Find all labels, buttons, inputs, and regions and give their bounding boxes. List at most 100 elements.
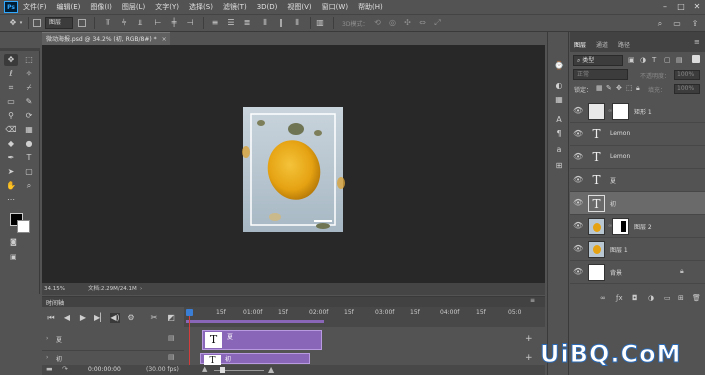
canvas-area[interactable] xyxy=(42,45,545,283)
align-hcenter-icon[interactable]: ╪ xyxy=(169,18,179,28)
layer-row[interactable]: 👁︎ ∞ 矩形 1 xyxy=(570,100,705,123)
settings-gear-icon[interactable]: ⚙ xyxy=(126,313,136,323)
marquee-tool-icon[interactable]: ▭ xyxy=(4,96,18,108)
pen-tool-icon[interactable]: ✒ xyxy=(4,152,18,164)
lock-position-icon[interactable]: ✥ xyxy=(616,84,622,92)
tab-channels[interactable]: 通道 xyxy=(596,40,608,49)
playhead-handle[interactable] xyxy=(186,309,193,316)
align-left-icon[interactable]: ⊢ xyxy=(153,18,163,28)
auto-select-checkbox-icon[interactable] xyxy=(33,19,41,27)
distribute-right-icon[interactable]: ⫴ xyxy=(292,18,302,28)
track-film-icon[interactable]: ▤ xyxy=(168,334,175,342)
status-menu-chevron-icon[interactable]: › xyxy=(140,283,142,295)
layer-name[interactable]: 背景 xyxy=(610,268,622,277)
menu-type[interactable]: 文字(Y) xyxy=(155,2,179,12)
distribute-top-icon[interactable]: ≡ xyxy=(210,18,220,28)
split-at-playhead-icon[interactable]: ✂ xyxy=(149,313,159,323)
menu-window[interactable]: 窗口(W) xyxy=(322,2,348,12)
previous-frame-icon[interactable]: ◀ xyxy=(62,313,72,323)
align-bottom-icon[interactable]: ⫫ xyxy=(135,18,145,28)
lock-artboard-icon[interactable]: ⬚ xyxy=(626,84,633,92)
type-tool-icon[interactable]: T xyxy=(22,152,36,164)
path-selection-tool-icon[interactable]: ➤ xyxy=(4,166,18,178)
share-icon[interactable]: ⇪ xyxy=(690,19,700,29)
adjustment-layer-icon[interactable]: ◑ xyxy=(648,294,654,302)
3d-rotate-icon[interactable]: ⟲ xyxy=(372,18,382,28)
convert-frames-icon[interactable]: ▬ xyxy=(46,365,53,373)
zoom-in-mountain-icon[interactable]: ▲ xyxy=(268,365,274,374)
zoom-level[interactable]: 34.15% xyxy=(44,283,65,295)
distribute-vcenter-icon[interactable]: ☰ xyxy=(226,18,236,28)
filter-pixel-icon[interactable]: ▣ xyxy=(628,56,635,64)
delete-layer-icon[interactable]: 🗑︎ xyxy=(692,294,701,302)
panel-menu-icon[interactable]: ≡ xyxy=(530,297,535,304)
first-frame-icon[interactable]: ⏮ xyxy=(46,313,56,323)
lasso-tool-icon[interactable]: ℓ xyxy=(4,68,18,80)
opacity-input[interactable]: 100% xyxy=(674,70,700,80)
menu-select[interactable]: 选择(S) xyxy=(189,2,213,12)
lock-image-icon[interactable]: ✎ xyxy=(606,84,612,92)
layer-name[interactable]: 图层 2 xyxy=(634,222,652,231)
layer-row[interactable]: 👁︎ 背景 🔒︎ xyxy=(570,261,705,284)
visibility-eye-icon[interactable]: 👁︎ xyxy=(573,175,583,185)
fx-icon[interactable]: ƒx xyxy=(616,294,623,302)
history-panel-icon[interactable]: ⌚ xyxy=(552,60,566,72)
align-right-icon[interactable]: ⊣ xyxy=(185,18,195,28)
transform-controls-checkbox-icon[interactable] xyxy=(78,19,86,27)
fill-input[interactable]: 100% xyxy=(674,84,700,94)
libraries-panel-icon[interactable]: ▦ xyxy=(552,94,566,106)
brush-tool-icon[interactable]: ✎ xyxy=(22,96,36,108)
layer-row[interactable]: 👁︎ ∞ 图层 2 xyxy=(570,215,705,238)
properties-panel-icon[interactable]: ⊞ xyxy=(552,160,566,172)
quick-mask-icon[interactable]: ◙ xyxy=(10,238,24,248)
document-tab[interactable]: 微动海报.psd @ 34.2% (初, RGB/8#) * × xyxy=(42,32,170,45)
menu-image[interactable]: 图像(I) xyxy=(90,2,112,12)
distribute-left-icon[interactable]: ⦀ xyxy=(260,18,270,28)
time-ruler[interactable]: 15f 01:00f 15f 02:00f 15f 03:00f 15f 04:… xyxy=(184,307,545,327)
workspace-icon[interactable]: ▭ xyxy=(672,19,682,29)
maximize-icon[interactable]: □ xyxy=(674,1,688,13)
tab-layers[interactable]: 图层 xyxy=(574,40,586,49)
layer-name[interactable]: 图层 1 xyxy=(610,245,628,254)
render-video-icon[interactable]: ↷ xyxy=(62,365,68,373)
3d-slide-icon[interactable]: ⇔ xyxy=(417,18,427,28)
tool-preset-chevron-icon[interactable]: ▾ xyxy=(18,18,24,28)
layer-row[interactable]: 👁︎ 图层 1 xyxy=(570,238,705,261)
menu-view[interactable]: 视图(V) xyxy=(287,2,311,12)
blur-tool-icon[interactable]: ◆ xyxy=(4,138,18,150)
filter-toggle-icon[interactable] xyxy=(692,55,700,63)
move-tool-icon[interactable]: ✥ xyxy=(4,54,18,66)
artboard-tool-icon[interactable]: ⬚ xyxy=(22,54,36,66)
more-tools-icon[interactable]: ⋯ xyxy=(4,194,18,206)
layer-name[interactable]: Lemon xyxy=(610,153,630,160)
track-row[interactable]: › 夏 ▤ xyxy=(42,329,184,351)
lock-transparent-icon[interactable]: ▦ xyxy=(596,84,603,92)
dodge-tool-icon[interactable]: ● xyxy=(22,138,36,150)
history-brush-tool-icon[interactable]: ⟳ xyxy=(22,110,36,122)
menu-file[interactable]: 文件(F) xyxy=(23,2,47,12)
zoom-tool-icon[interactable]: ⌕ xyxy=(22,180,36,192)
add-media-icon[interactable]: + xyxy=(525,353,533,363)
visibility-eye-icon[interactable]: 👁︎ xyxy=(573,221,583,231)
track-row[interactable]: › 初 ▤ xyxy=(42,352,184,366)
panel-menu-icon[interactable]: ≡ xyxy=(694,38,700,46)
screen-mode-icon[interactable]: ▣ xyxy=(10,253,24,263)
align-top-icon[interactable]: ⫪ xyxy=(103,18,113,28)
track-expand-icon[interactable]: › xyxy=(46,354,48,361)
audio-icon[interactable]: ◀) xyxy=(110,313,120,323)
layer-mask-thumbnail[interactable] xyxy=(612,218,629,235)
glyphs-panel-icon[interactable]: a xyxy=(552,144,566,156)
layer-name[interactable]: 矩形 1 xyxy=(634,107,652,116)
work-area-bar[interactable] xyxy=(186,320,324,323)
visibility-eye-icon[interactable]: 👁︎ xyxy=(573,152,583,162)
hand-tool-icon[interactable]: ✋ xyxy=(4,180,18,192)
tab-paths[interactable]: 路径 xyxy=(618,40,630,49)
layer-row[interactable]: 👁︎ T 夏 xyxy=(570,169,705,192)
track-clip[interactable]: T 初 xyxy=(200,353,310,365)
distribute-hcenter-icon[interactable]: ‖ xyxy=(276,18,286,28)
close-tab-icon[interactable]: × xyxy=(162,36,167,43)
visibility-eye-icon[interactable]: 👁︎ xyxy=(573,244,583,254)
clone-stamp-tool-icon[interactable]: ⚲ xyxy=(4,110,18,122)
move-tool-icon[interactable]: ✥ xyxy=(8,18,18,28)
add-media-icon[interactable]: + xyxy=(525,334,533,344)
